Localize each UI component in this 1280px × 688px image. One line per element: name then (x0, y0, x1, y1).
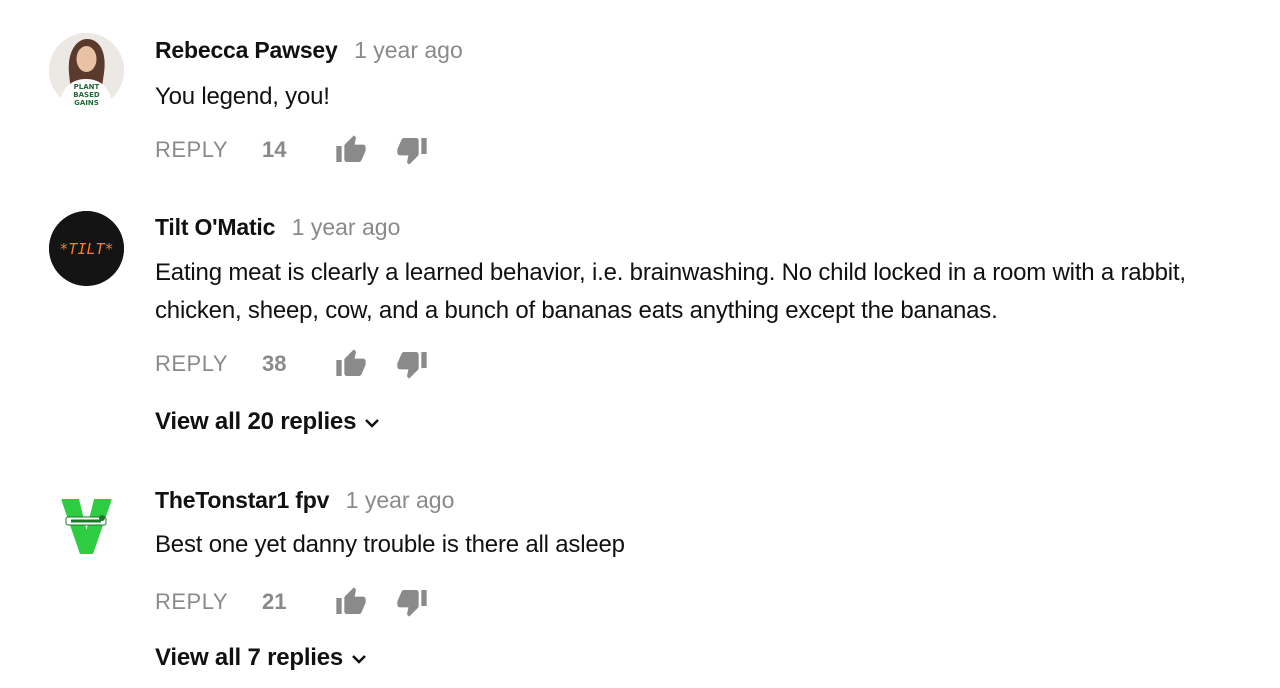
reply-button[interactable]: REPLY (155, 137, 262, 163)
like-button[interactable] (335, 348, 367, 380)
avatar-image (49, 490, 124, 565)
like-button[interactable] (335, 586, 367, 618)
avatar-text-1: PLANT (74, 83, 100, 91)
comment-body: TheTonstar1 fpv 1 year ago Best one yet … (155, 485, 1240, 564)
like-button[interactable] (335, 134, 367, 166)
dislike-button[interactable] (396, 134, 428, 166)
comment-text: You legend, you! (155, 83, 330, 110)
dislike-button[interactable] (396, 348, 428, 380)
comment-item: TheTonstar1 fpv 1 year ago Best one yet … (0, 460, 1280, 688)
like-count: 14 (262, 137, 287, 162)
chevron-down-icon (352, 654, 366, 664)
comments-section: PLANT BASED GAINS Rebecca Pawsey 1 year … (0, 0, 1280, 688)
dislike-button[interactable] (396, 586, 428, 618)
comment-text: Best one yet danny trouble is there all … (155, 531, 625, 558)
author-name[interactable]: TheTonstar1 fpv (155, 487, 329, 513)
comment-meta: Rebecca Pawsey 1 year ago (155, 35, 1240, 65)
thumbs-down-icon (397, 138, 427, 165)
view-replies-button[interactable]: View all 7 replies (155, 642, 367, 674)
thumbs-up-icon (336, 587, 366, 614)
comment-body: Rebecca Pawsey 1 year ago You legend, yo… (155, 35, 1240, 116)
comment-time[interactable]: 1 year ago (292, 214, 401, 240)
thumbs-down-icon (397, 352, 427, 379)
comment-item: PLANT BASED GAINS Rebecca Pawsey 1 year … (0, 0, 1280, 190)
avatar-image: PLANT BASED GAINS (49, 33, 124, 108)
avatar-text-2: BASED (73, 91, 100, 99)
comment-time[interactable]: 1 year ago (346, 487, 455, 513)
thumbs-down-icon (397, 590, 427, 617)
chevron-down-icon (365, 418, 380, 428)
avatar[interactable] (49, 490, 124, 565)
comment-actions: REPLY 14 (155, 134, 428, 166)
view-replies-label: View all 7 replies (155, 644, 344, 671)
like-count: 38 (262, 351, 287, 376)
comment-actions: REPLY 21 (155, 586, 428, 618)
avatar-logo-text: *TILT* (59, 240, 113, 258)
reply-button[interactable]: REPLY (155, 589, 262, 615)
comment-time[interactable]: 1 year ago (354, 37, 463, 63)
view-replies-button[interactable]: View all 20 replies (155, 406, 380, 438)
avatar[interactable]: *TILT* (49, 211, 124, 286)
thumbs-up-icon (336, 349, 366, 376)
comment-body: Tilt O'Matic 1 year ago Eating meat is c… (155, 212, 1240, 330)
view-replies-label: View all 20 replies (155, 408, 357, 435)
avatar[interactable]: PLANT BASED GAINS (49, 33, 124, 108)
comment-meta: TheTonstar1 fpv 1 year ago (155, 485, 1240, 515)
avatar-image: *TILT* (49, 211, 124, 286)
comment-actions: REPLY 38 (155, 348, 428, 380)
comment-meta: Tilt O'Matic 1 year ago (155, 212, 1240, 242)
avatar-text-3: GAINS (74, 99, 99, 107)
reply-button[interactable]: REPLY (155, 351, 262, 377)
thumbs-up-icon (336, 135, 366, 162)
author-name[interactable]: Tilt O'Matic (155, 214, 275, 240)
like-count: 21 (262, 589, 287, 614)
comment-item: *TILT* Tilt O'Matic 1 year ago Eating me… (0, 190, 1280, 460)
author-name[interactable]: Rebecca Pawsey (155, 37, 338, 63)
comment-text: Eating meat is clearly a learned behavio… (155, 259, 1186, 324)
